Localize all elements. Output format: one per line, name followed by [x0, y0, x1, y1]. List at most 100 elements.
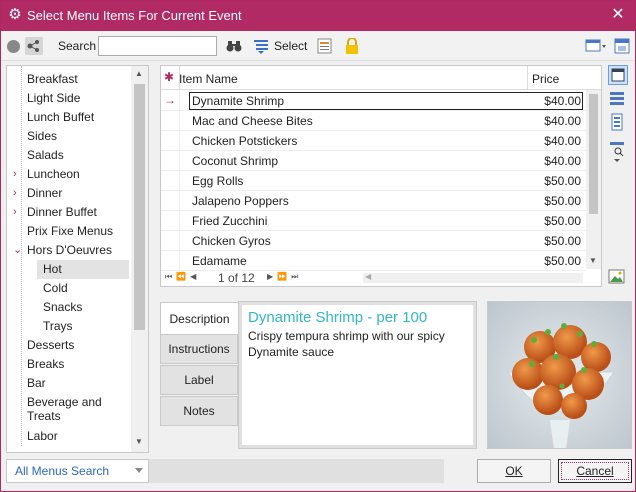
gear-icon: ⚙: [8, 6, 22, 23]
lock-icon[interactable]: [345, 37, 363, 56]
tree-item-label: Desserts: [27, 338, 75, 352]
description-panel: Dynamite Shrimp - per 100 Crispy tempura…: [238, 301, 477, 449]
tab-label[interactable]: Label: [160, 365, 238, 395]
hscroll-left-icon[interactable]: ◀: [365, 272, 371, 281]
tree-item-label: Lunch Buffet: [27, 110, 95, 124]
chevron-right-icon[interactable]: ›: [13, 203, 17, 222]
grid-vscrollbar[interactable]: ▼: [586, 90, 601, 269]
scroll-up-icon[interactable]: ▲: [135, 69, 143, 78]
grid-pager: ⏮⏪◀ 1 of 12 ▶⏩⏭ ◀: [161, 269, 601, 286]
toolbar: Search Select: [1, 31, 635, 61]
tab-instructions[interactable]: Instructions: [160, 334, 238, 364]
tree-item-label: Light Side: [27, 91, 81, 105]
col-price[interactable]: Price: [532, 72, 559, 86]
search-label: Search: [58, 39, 97, 53]
tab-notes[interactable]: Notes: [160, 396, 238, 426]
view-grid-icon[interactable]: [608, 90, 628, 110]
tree-item[interactable]: Hot: [37, 260, 129, 279]
tab-description[interactable]: Description: [160, 302, 238, 336]
table-row[interactable]: Jalapeno Poppers $50.00: [161, 191, 586, 211]
cell-price: $40.00: [544, 134, 581, 148]
binoculars-icon[interactable]: [226, 39, 242, 56]
chevron-right-icon[interactable]: ›: [13, 165, 17, 184]
dropdown-value: All Menus Search: [15, 464, 110, 478]
table-row[interactable]: Mac and Cheese Bites $40.00: [161, 111, 586, 131]
close-icon[interactable]: ✕: [609, 6, 627, 24]
view-list-icon[interactable]: [608, 113, 628, 133]
tree-item-label: Snacks: [43, 300, 83, 314]
cell-price: $40.00: [544, 154, 581, 168]
cell-item-name: Coconut Shrimp: [192, 154, 279, 168]
search-columns-icon[interactable]: [608, 140, 628, 162]
description-editor[interactable]: Dynamite Shrimp - per 100 Crispy tempura…: [242, 305, 473, 445]
image-view-icon[interactable]: [608, 269, 628, 289]
grid-scroll-thumb[interactable]: [589, 94, 598, 214]
cell-item-name: Edamame: [192, 254, 247, 268]
table-row[interactable]: Egg Rolls $50.00: [161, 171, 586, 191]
tree-item[interactable]: ⌄ Hors D'Oeuvres: [7, 241, 129, 260]
cell-item-name: Chicken Potstickers: [192, 134, 298, 148]
tree-item[interactable]: Bar: [7, 374, 129, 393]
table-row[interactable]: Edamame $50.00: [161, 251, 586, 271]
cell-price: $50.00: [544, 174, 581, 188]
grid-side-panel: [605, 65, 632, 287]
tree-item-label: Trays: [43, 319, 73, 333]
tree-scroll-thumb[interactable]: [134, 84, 145, 330]
tree-item[interactable]: Desserts: [7, 336, 129, 355]
select-list-icon[interactable]: [254, 38, 272, 56]
scroll-down-icon[interactable]: ▼: [135, 437, 143, 446]
bottom-bar: All Menus Search: [6, 459, 444, 483]
tree-item[interactable]: Breakfast: [7, 70, 129, 89]
menu-items-grid[interactable]: ✱ Item Name Price → Dynamite Shrimp $40.00…: [160, 65, 602, 287]
select-button[interactable]: Select: [274, 39, 307, 53]
tree-item[interactable]: Breaks: [7, 355, 129, 374]
tree-item[interactable]: Trays: [7, 317, 129, 336]
tree-item[interactable]: Light Side: [7, 89, 129, 108]
record-icon[interactable]: [7, 40, 20, 53]
tree-item[interactable]: › Dinner: [7, 184, 129, 203]
pager-next-icons[interactable]: ▶⏩⏭: [267, 272, 302, 282]
cell-price: $50.00: [544, 194, 581, 208]
tree-item[interactable]: Cold: [7, 279, 129, 298]
tree-item-label: Prix Fixe Menus: [27, 224, 114, 238]
table-row[interactable]: Chicken Potstickers $40.00: [161, 131, 586, 151]
tree-item[interactable]: Snacks: [7, 298, 129, 317]
search-input[interactable]: [98, 36, 217, 56]
layout-options-icon[interactable]: [585, 38, 606, 56]
description-text: Crispy tempura shrimp with our spicy Dyn…: [248, 329, 445, 359]
tree-item[interactable]: Labor: [7, 427, 129, 446]
col-item-name[interactable]: Item Name: [179, 72, 238, 86]
ok-button[interactable]: OK: [477, 459, 551, 483]
report-icon[interactable]: [317, 38, 335, 56]
tree-item[interactable]: › Dinner Buffet: [7, 203, 129, 222]
item-photo: [487, 301, 632, 449]
tree-item-label: Labor: [27, 429, 58, 443]
grid-scroll-down-icon[interactable]: ▼: [589, 256, 597, 265]
grid-hscrollbar[interactable]: ◀: [363, 272, 583, 283]
table-row[interactable]: → Dynamite Shrimp $40.00: [161, 91, 586, 111]
pager-prev-icons[interactable]: ⏮⏪◀: [165, 272, 200, 282]
menu-search-dropdown[interactable]: All Menus Search: [6, 459, 149, 483]
tree-item[interactable]: Beverage and Treats: [7, 393, 129, 427]
tree-item[interactable]: Salads: [7, 146, 129, 165]
tree-item[interactable]: Sides: [7, 127, 129, 146]
table-row[interactable]: Chicken Gyros $50.00: [161, 231, 586, 251]
tree-view-icon[interactable]: [25, 37, 43, 55]
view-card-icon[interactable]: [608, 65, 628, 85]
tree-item[interactable]: Lunch Buffet: [7, 108, 129, 127]
window-title: Select Menu Items For Current Event: [27, 8, 242, 23]
chevron-right-icon[interactable]: ›: [13, 184, 17, 203]
tree-item-label: Cold: [43, 281, 68, 295]
tree-scrollbar[interactable]: ▲ ▼: [131, 66, 148, 452]
tree-item-label: Sides: [27, 129, 58, 143]
cell-price: $40.00: [544, 114, 581, 128]
window-layout-icon[interactable]: [614, 38, 632, 56]
cancel-button[interactable]: Cancel: [558, 459, 632, 483]
chevron-down-icon[interactable]: ⌄: [13, 241, 22, 260]
tree-item[interactable]: › Luncheon: [7, 165, 129, 184]
chevron-down-icon[interactable]: [135, 468, 143, 473]
table-row[interactable]: Fried Zucchini $50.00: [161, 211, 586, 231]
menu-category-tree[interactable]: Breakfast Light Side Lunch Buffet Sides Sala…: [6, 65, 149, 453]
table-row[interactable]: Coconut Shrimp $40.00: [161, 151, 586, 171]
tree-item[interactable]: Prix Fixe Menus: [7, 222, 129, 241]
